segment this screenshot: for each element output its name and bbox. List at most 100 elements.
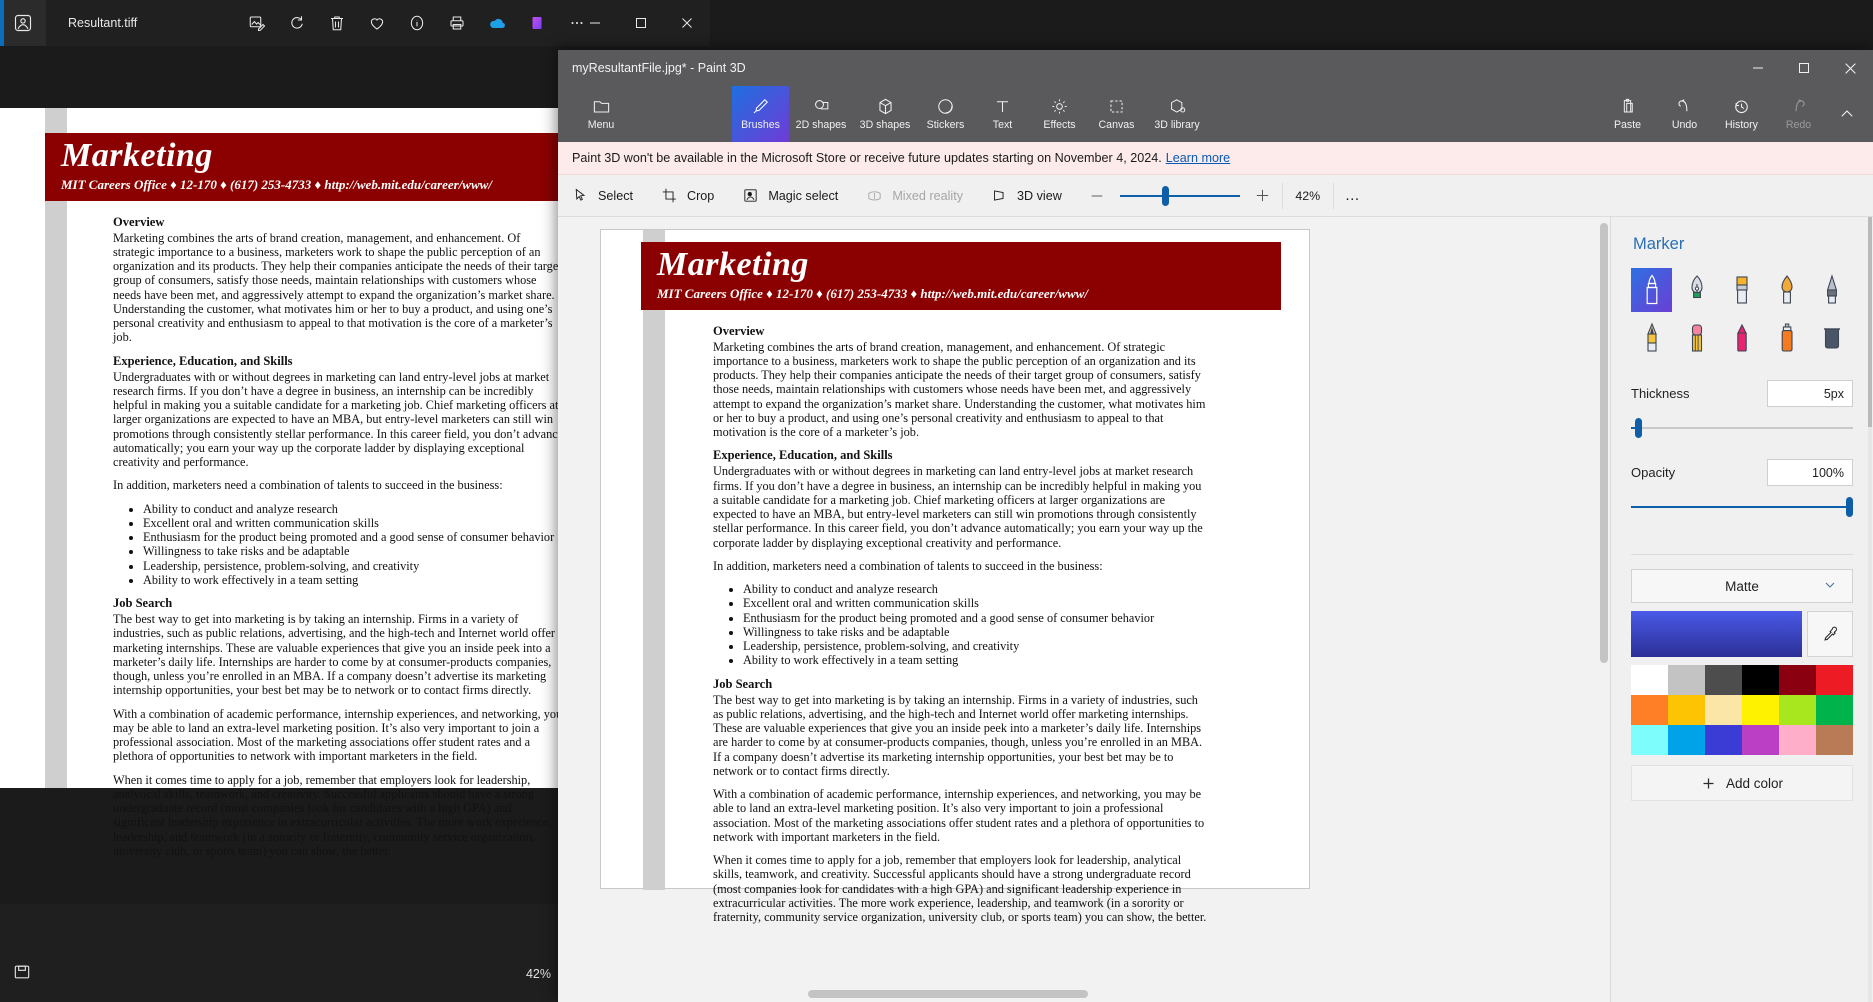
- list-item: Excellent oral and written communication…: [743, 596, 1209, 610]
- info-icon[interactable]: [402, 8, 432, 38]
- list-item: Enthusiasm for the product being promote…: [143, 530, 565, 544]
- color-swatch[interactable]: [1705, 695, 1742, 725]
- history-button[interactable]: History: [1713, 86, 1770, 142]
- color-swatch[interactable]: [1705, 665, 1742, 695]
- zoom-slider-thumb[interactable]: [1161, 185, 1169, 206]
- thickness-slider-thumb[interactable]: [1635, 418, 1642, 438]
- ribbon-tab-canvas[interactable]: Canvas: [1088, 86, 1145, 142]
- opacity-slider[interactable]: [1631, 496, 1853, 518]
- 3d-view-button[interactable]: 3D view: [977, 175, 1076, 217]
- ribbon-tab-label: Brushes: [741, 119, 780, 131]
- eyedropper-icon[interactable]: [1807, 611, 1853, 657]
- color-swatch[interactable]: [1631, 725, 1668, 755]
- color-swatch[interactable]: [1779, 665, 1816, 695]
- chevron-down-icon[interactable]: [1822, 577, 1838, 596]
- photos-filename: Resultant.tiff: [68, 16, 138, 30]
- zoom-slider[interactable]: [1119, 185, 1240, 206]
- paint3d-minimize-button[interactable]: [1735, 50, 1781, 86]
- opacity-value[interactable]: 100%: [1767, 459, 1853, 486]
- chevron-up-icon[interactable]: [1827, 86, 1867, 142]
- zoom-in-button[interactable]: [1252, 185, 1274, 207]
- photos-titlebar: Resultant.tiff: [0, 0, 710, 46]
- save-icon[interactable]: [12, 962, 32, 987]
- color-swatch[interactable]: [1742, 665, 1779, 695]
- brush-fill-bucket[interactable]: [1812, 316, 1853, 360]
- color-swatch[interactable]: [1779, 695, 1816, 725]
- brush-pixel-pen[interactable]: [1812, 268, 1853, 312]
- list-item: Leadership, persistence, problem-solving…: [143, 559, 565, 573]
- canvas-vertical-scrollbar[interactable]: [1600, 223, 1608, 783]
- zoom-percentage[interactable]: 42%: [1281, 182, 1334, 209]
- current-color-swatch[interactable]: [1631, 611, 1802, 657]
- color-swatch[interactable]: [1668, 695, 1705, 725]
- ribbon-tab-3d-shapes[interactable]: 3D shapes: [853, 86, 917, 142]
- brush-watercolor[interactable]: [1767, 268, 1808, 312]
- brush-crayon[interactable]: [1721, 316, 1762, 360]
- section-bullets: Ability to conduct and analyze research …: [113, 502, 565, 588]
- ribbon-tab-3d-library[interactable]: 3D library: [1145, 86, 1209, 142]
- panel-scrollbar-thumb[interactable]: [1868, 217, 1872, 427]
- color-swatch[interactable]: [1816, 665, 1853, 695]
- color-swatch[interactable]: [1742, 695, 1779, 725]
- select-tool-button[interactable]: Select: [558, 175, 647, 217]
- paint3d-document-page[interactable]: Marketing MIT Careers Office ♦ 12-170 ♦ …: [600, 229, 1310, 924]
- canvas-vertical-scrollbar-thumb[interactable]: [1600, 223, 1608, 663]
- thickness-slider[interactable]: [1631, 417, 1853, 439]
- section-heading: Overview: [113, 214, 165, 229]
- paste-button[interactable]: Paste: [1599, 86, 1656, 142]
- crop-tool-button[interactable]: Crop: [647, 175, 728, 217]
- brush-marker[interactable]: [1631, 268, 1673, 312]
- undo-button[interactable]: Undo: [1656, 86, 1713, 142]
- color-swatch[interactable]: [1668, 725, 1705, 755]
- ribbon-tab-stickers[interactable]: Stickers: [917, 86, 974, 142]
- paint3d-maximize-button[interactable]: [1781, 50, 1827, 86]
- menu-button[interactable]: Menu: [570, 86, 632, 142]
- delete-icon[interactable]: [322, 8, 352, 38]
- photos-maximize-button[interactable]: [618, 0, 664, 46]
- designer-icon[interactable]: [522, 8, 552, 38]
- photos-minimize-button[interactable]: [572, 0, 618, 46]
- color-swatch[interactable]: [1779, 725, 1816, 755]
- brush-calligraphy-pen[interactable]: [1676, 268, 1717, 312]
- current-color-row: [1631, 611, 1853, 657]
- ribbon-tab-text[interactable]: Text: [974, 86, 1031, 142]
- onedrive-icon[interactable]: [482, 8, 512, 38]
- rotate-icon[interactable]: [282, 8, 312, 38]
- magic-select-tool-button[interactable]: Magic select: [728, 175, 852, 217]
- brush-eraser[interactable]: [1676, 316, 1717, 360]
- color-swatch[interactable]: [1705, 725, 1742, 755]
- brush-spray-can[interactable]: [1767, 316, 1808, 360]
- learn-more-link[interactable]: Learn more: [1166, 151, 1230, 165]
- color-swatch[interactable]: [1816, 695, 1853, 725]
- section-heading: Overview: [713, 323, 765, 338]
- brush-oil[interactable]: [1721, 268, 1762, 312]
- canvas-horizontal-scrollbar[interactable]: [808, 990, 1088, 998]
- add-color-button[interactable]: Add color: [1631, 765, 1853, 801]
- zoom-out-button[interactable]: [1086, 185, 1108, 207]
- ribbon-right-group: Paste Undo History Redo: [1599, 86, 1867, 142]
- color-swatch[interactable]: [1631, 695, 1668, 725]
- thickness-value[interactable]: 5px: [1767, 380, 1853, 407]
- print-icon[interactable]: [442, 8, 472, 38]
- ribbon-tab-label: Effects: [1043, 119, 1076, 131]
- paint3d-canvas-area[interactable]: Marketing MIT Careers Office ♦ 12-170 ♦ …: [558, 217, 1610, 1002]
- material-select[interactable]: Matte: [1631, 569, 1853, 603]
- panel-scrollbar[interactable]: [1868, 217, 1872, 1002]
- opacity-slider-thumb[interactable]: [1846, 497, 1853, 517]
- paint3d-close-button[interactable]: [1827, 50, 1873, 86]
- edit-image-icon[interactable]: [242, 8, 272, 38]
- crop-tool-label: Crop: [687, 188, 715, 203]
- ribbon-tab-2d-shapes[interactable]: 2D shapes: [789, 86, 853, 142]
- ribbon-tab-effects[interactable]: Effects: [1031, 86, 1088, 142]
- color-swatch[interactable]: [1816, 725, 1853, 755]
- ribbon-tab-brushes[interactable]: Brushes: [732, 86, 789, 142]
- photos-close-button[interactable]: [664, 0, 710, 46]
- list-item: Enthusiasm for the product being promote…: [743, 611, 1209, 625]
- color-swatch[interactable]: [1742, 725, 1779, 755]
- brush-pencil[interactable]: [1631, 316, 1672, 360]
- favorite-heart-icon[interactable]: [362, 8, 392, 38]
- color-swatch[interactable]: [1631, 665, 1668, 695]
- more-options-icon[interactable]: …: [1334, 187, 1372, 204]
- color-swatch[interactable]: [1668, 665, 1705, 695]
- paint3d-titlebar: myResultantFile.jpg* - Paint 3D: [558, 50, 1873, 86]
